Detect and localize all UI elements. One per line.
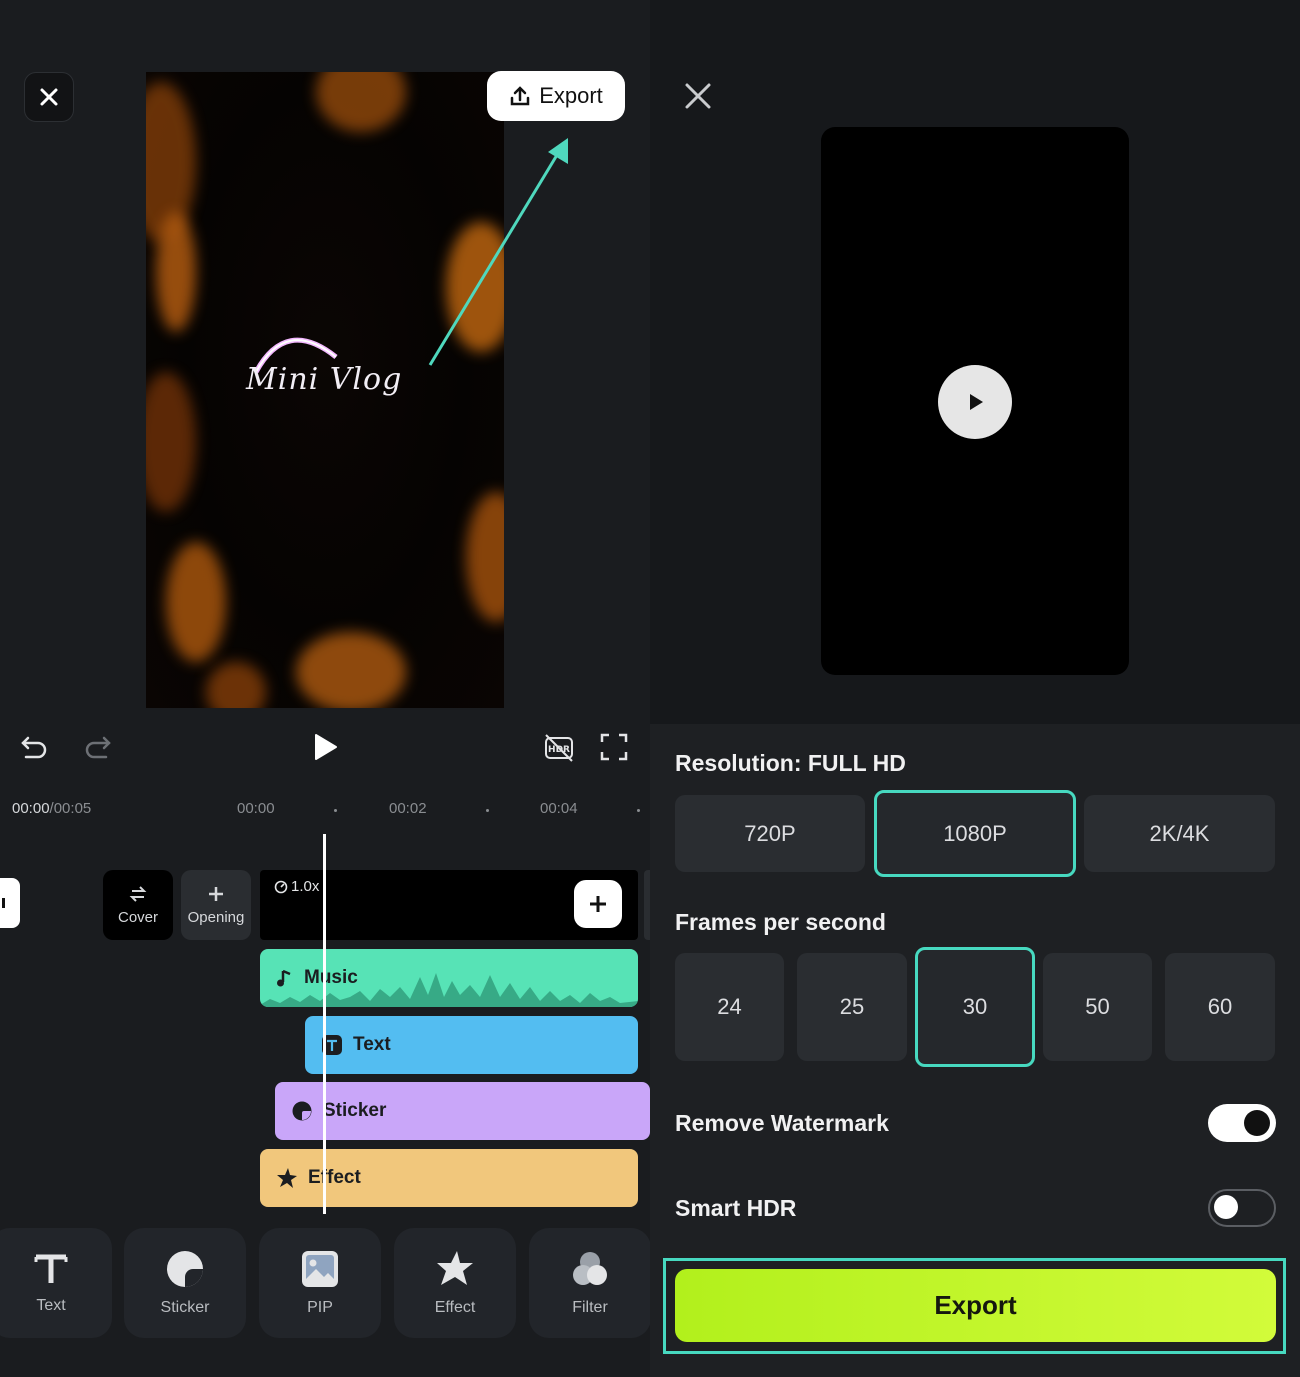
export-button[interactable]: Export: [675, 1269, 1276, 1342]
resolution-1080p[interactable]: 1080P: [874, 790, 1076, 877]
filter-circles-icon: [573, 1252, 607, 1285]
resolution-720p[interactable]: 720P: [675, 795, 865, 872]
toggle-knob: [1244, 1110, 1270, 1136]
timeline-ruler: 00:00/00:05 00:00 00:02 00:04: [0, 800, 650, 822]
play-icon: [970, 394, 983, 410]
total-time: /00:05: [49, 800, 92, 817]
fullscreen-icon[interactable]: [599, 732, 629, 762]
ruler-tick: 00:04: [540, 800, 578, 817]
fps-title: Frames per second: [675, 909, 886, 935]
tool-effect[interactable]: Effect: [394, 1228, 516, 1338]
tool-label: Effect: [434, 1299, 476, 1316]
tool-label: Sticker: [160, 1299, 210, 1316]
playback-controls: HDR: [0, 724, 650, 774]
export-preview: [821, 127, 1129, 675]
export-label: Export: [539, 83, 603, 108]
ruler-tick: 00:00: [237, 800, 275, 817]
current-time: 00:00: [12, 800, 50, 817]
opening-button[interactable]: Opening: [181, 870, 251, 940]
preview-play-button[interactable]: [938, 365, 1012, 439]
fps-25[interactable]: 25: [797, 953, 907, 1061]
editor-panel: Mini Vlog Export HDR 00:00/00:05 00:00 0…: [0, 0, 650, 1377]
tool-pip[interactable]: PIP: [259, 1228, 381, 1338]
mute-toggle[interactable]: [0, 878, 20, 928]
tool-label: Text: [36, 1297, 66, 1314]
toggle-knob: [1214, 1195, 1238, 1219]
swap-icon: [129, 885, 147, 902]
effect-lane-label: Effect: [308, 1167, 361, 1188]
svg-text:HDR: HDR: [548, 745, 570, 755]
redo-icon[interactable]: [82, 732, 112, 762]
sticker-icon: [292, 1101, 312, 1121]
video-clip[interactable]: 1.0x: [260, 870, 638, 940]
plus-icon: [590, 896, 606, 912]
effect-tool-icon: [437, 1251, 473, 1285]
fps-60[interactable]: 60: [1165, 953, 1275, 1061]
sticker-track[interactable]: Sticker: [275, 1082, 650, 1140]
close-button[interactable]: [24, 72, 74, 122]
hdr-off-icon[interactable]: HDR: [543, 732, 575, 764]
close-icon[interactable]: [684, 82, 712, 110]
tool-label: Filter: [572, 1299, 608, 1316]
tool-label: PIP: [307, 1299, 333, 1316]
resolution-2k4k[interactable]: 2K/4K: [1084, 795, 1275, 872]
resolution-title: Resolution: FULL HD: [675, 750, 906, 776]
plus-icon: [209, 886, 223, 901]
export-panel: Resolution: FULL HD 720P 1080P 2K/4K Fra…: [650, 0, 1300, 1377]
remove-watermark-label: Remove Watermark: [675, 1110, 889, 1136]
effect-track[interactable]: Effect: [260, 1149, 638, 1207]
smart-hdr-toggle[interactable]: [1208, 1189, 1276, 1227]
smart-hdr-label: Smart HDR: [675, 1195, 797, 1221]
add-clip-button[interactable]: [574, 880, 622, 928]
preview-title-text: Mini Vlog: [246, 362, 403, 397]
speed-badge: 1.0x: [274, 878, 319, 895]
export-preview-area: [650, 0, 1300, 724]
cover-button[interactable]: Cover: [103, 870, 173, 940]
export-button-top[interactable]: Export: [487, 71, 625, 121]
tool-filter[interactable]: Filter: [529, 1228, 650, 1338]
text-t-icon: [34, 1254, 68, 1283]
play-icon[interactable]: [312, 732, 340, 762]
ruler-tick: 00:02: [389, 800, 427, 817]
fps-50[interactable]: 50: [1043, 953, 1152, 1061]
close-icon: [40, 88, 58, 106]
text-lane-label: Text: [353, 1034, 391, 1055]
annotation-arrow: [428, 138, 568, 366]
effect-star-icon: [277, 1168, 297, 1188]
fps-30[interactable]: 30: [915, 947, 1035, 1067]
sticker-lane-label: Sticker: [323, 1100, 387, 1121]
speed-value: 1.0x: [291, 878, 320, 895]
playhead[interactable]: [323, 834, 326, 1214]
tool-sticker[interactable]: Sticker: [124, 1228, 246, 1338]
opening-label: Opening: [187, 908, 245, 926]
cover-label: Cover: [117, 908, 158, 926]
music-track[interactable]: Music: [260, 949, 638, 1007]
upload-icon: [510, 86, 530, 106]
tool-text[interactable]: Text: [0, 1228, 112, 1338]
fps-24[interactable]: 24: [675, 953, 784, 1061]
speed-icon: [274, 880, 288, 893]
time-readout: 00:00/00:05: [12, 800, 91, 817]
audio-waveform: [260, 973, 638, 1007]
text-track[interactable]: Text: [305, 1016, 638, 1074]
sticker-tool-icon: [167, 1251, 203, 1287]
undo-icon[interactable]: [20, 732, 50, 762]
tool-bar: Text Sticker PIP Effect Filter: [0, 1228, 650, 1338]
pip-image-icon: [302, 1251, 338, 1287]
remove-watermark-toggle[interactable]: [1208, 1104, 1276, 1142]
